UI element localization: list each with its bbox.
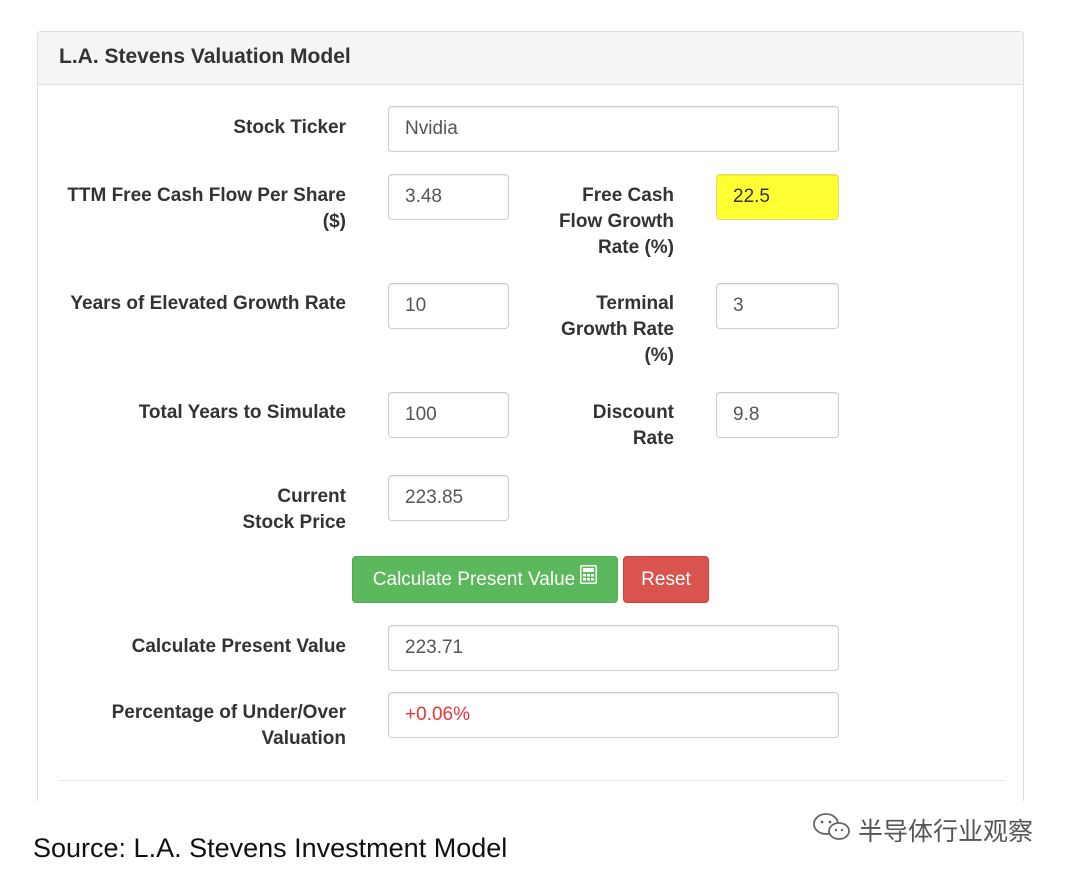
reset-button[interactable]: Reset	[623, 556, 709, 603]
present-value-label: Calculate Present Value	[132, 634, 346, 660]
present-value-output[interactable]: 223.71	[388, 625, 839, 671]
terminal-growth-input[interactable]: 3	[716, 283, 839, 329]
percentage-label-line1: Percentage of Under/Over	[111, 702, 346, 723]
ttm-fcf-label-line2: ($)	[322, 211, 346, 232]
ttm-fcf-label-line1: TTM Free Cash Flow Per Share	[67, 185, 346, 206]
total-years-label: Total Years to Simulate	[139, 400, 346, 426]
calculator-icon	[580, 556, 598, 601]
ticker-label-text: Stock Ticker	[233, 117, 346, 138]
fcf-growth-label: Free Cash Flow Growth Rate (%)	[559, 183, 674, 261]
wechat-icon	[812, 812, 852, 848]
ttm-fcf-label: TTM Free Cash Flow Per Share ($)	[67, 183, 346, 235]
calculate-button[interactable]: Calculate Present Value	[352, 556, 618, 603]
calculate-button-label: Calculate Present Value	[372, 569, 576, 590]
watermark: 半导体行业观察	[812, 812, 1033, 848]
fcf-growth-label-line3: Rate (%)	[597, 237, 674, 258]
years-elevated-label: Years of Elevated Growth Rate	[70, 291, 346, 317]
discount-rate-input[interactable]: 9.8	[716, 392, 839, 438]
terminal-growth-label-line3: (%)	[644, 345, 674, 366]
watermark-text: 半导体行业观察	[858, 817, 1034, 846]
total-years-label-text: Total Years to Simulate	[138, 402, 346, 423]
percentage-label: Percentage of Under/Over Valuation	[112, 700, 346, 752]
years-elevated-input[interactable]: 10	[388, 283, 509, 329]
current-price-label-line2: Stock Price	[242, 512, 347, 533]
panel-title: L.A. Stevens Valuation Model	[38, 32, 1023, 85]
discount-rate-label-line1: Discount	[592, 402, 674, 423]
percentage-label-line2: Valuation	[261, 728, 346, 749]
total-years-input[interactable]: 100	[388, 392, 509, 438]
discount-rate-label-line2: Rate	[632, 428, 674, 449]
present-value-label-text: Calculate Present Value	[131, 636, 346, 657]
fcf-growth-label-line1: Free Cash	[582, 185, 674, 206]
current-price-label-line1: Current	[277, 486, 346, 507]
percentage-output[interactable]: +0.06%	[388, 692, 839, 738]
terminal-growth-label-line2: Growth Rate	[561, 319, 674, 340]
divider	[60, 780, 1004, 781]
years-elevated-label-text: Years of Elevated Growth Rate	[70, 293, 346, 314]
discount-rate-label: Discount Rate	[593, 400, 674, 452]
ticker-label: Stock Ticker	[233, 115, 346, 141]
source-caption: Source: L.A. Stevens Investment Model	[33, 833, 508, 863]
terminal-growth-label: Terminal Growth Rate (%)	[561, 291, 674, 369]
fcf-growth-input[interactable]: 22.5	[716, 174, 839, 220]
terminal-growth-label-line1: Terminal	[596, 293, 674, 314]
current-price-input[interactable]: 223.85	[388, 475, 509, 521]
ticker-input[interactable]: Nvidia	[388, 106, 839, 152]
fcf-growth-label-line2: Flow Growth	[558, 211, 674, 232]
current-price-label: Current Stock Price	[243, 484, 347, 536]
ttm-fcf-input[interactable]: 3.48	[388, 174, 509, 220]
